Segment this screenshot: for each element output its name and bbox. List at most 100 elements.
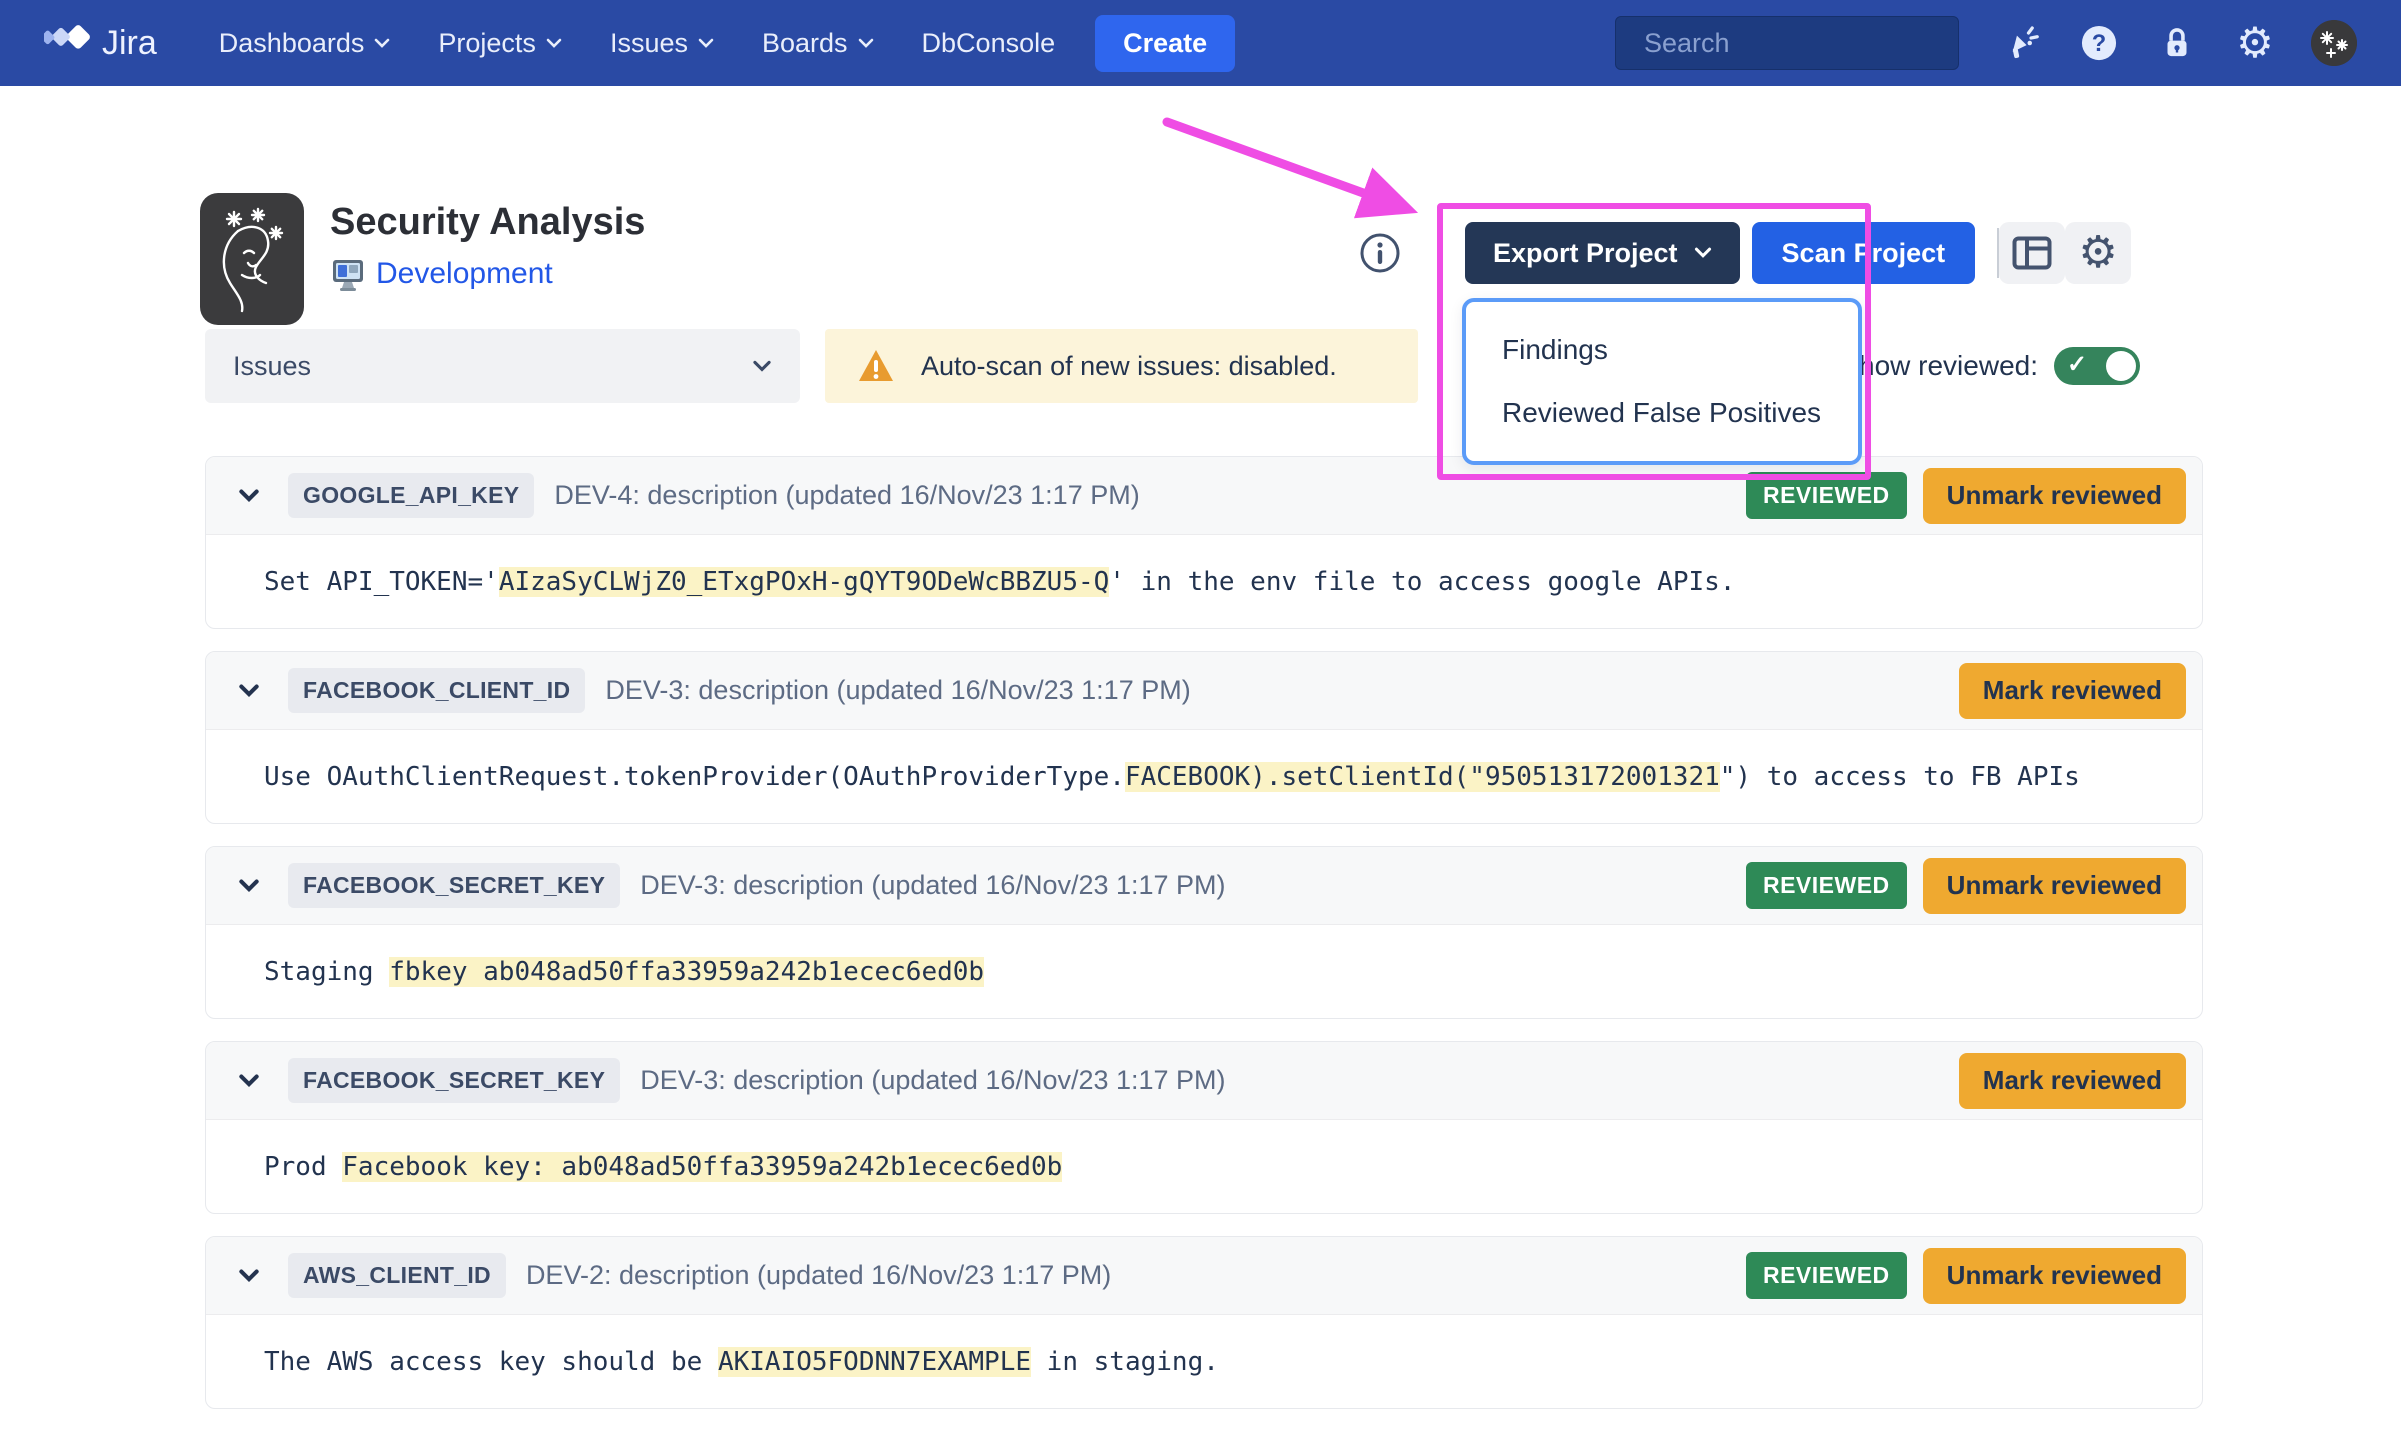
finding-title: DEV-3: description (updated 16/Nov/23 1:… (640, 1065, 1225, 1096)
findings-list: GOOGLE_API_KEY DEV-4: description (updat… (205, 456, 2203, 1431)
chevron-down-icon[interactable] (238, 1074, 260, 1088)
chevron-down-icon (752, 360, 772, 373)
top-navbar: Jira Dashboards Projects Issues Boards D… (0, 0, 2401, 86)
project-avatar (200, 193, 304, 325)
finding-title: DEV-2: description (updated 16/Nov/23 1:… (526, 1260, 1111, 1291)
search-input[interactable] (1644, 28, 1998, 59)
annotation-arrow (1140, 95, 1460, 235)
nav-dashboards[interactable]: Dashboards (219, 28, 391, 59)
finding-title: DEV-3: description (updated 16/Nov/23 1:… (640, 870, 1225, 901)
show-reviewed-toggle[interactable]: ✓ (2054, 347, 2140, 385)
finding-title: DEV-3: description (updated 16/Nov/23 1:… (605, 675, 1190, 706)
global-search[interactable] (1615, 16, 1959, 70)
issues-select-label: Issues (233, 351, 311, 382)
jira-security-analysis-page: { "navbar": { "logo": "Jira", "items": [… (0, 0, 2401, 1384)
svg-text:?: ? (2092, 31, 2106, 57)
highlighted-secret: fbkey ab048ad50ffa33959a242b1ecec6ed0b (389, 957, 984, 987)
nav-label: Boards (762, 28, 848, 59)
highlighted-secret: FACEBOOK).setClientId("950513172001321 (1125, 762, 1720, 792)
nav-issues[interactable]: Issues (610, 28, 714, 59)
page-title: Security Analysis (330, 201, 645, 244)
snippet-text: ") to access to FB APIs (1720, 762, 2080, 792)
lock-icon[interactable] (2155, 21, 2199, 65)
reviewed-badge: REVIEWED (1746, 472, 1907, 519)
review-toggle-button[interactable]: Unmark reviewed (1923, 468, 2186, 524)
menu-item-reviewed-false-positives[interactable]: Reviewed False Positives (1502, 397, 1858, 429)
chevron-down-icon (1694, 247, 1712, 259)
finding-card-header: GOOGLE_API_KEY DEV-4: description (updat… (206, 457, 2202, 535)
finding-snippet: Staging fbkey ab048ad50ffa33959a242b1ece… (206, 925, 2202, 1018)
finding-snippet: Use OAuthClientRequest.tokenProvider(OAu… (206, 730, 2202, 823)
megaphone-icon[interactable] (1999, 21, 2043, 65)
finding-card: FACEBOOK_CLIENT_ID DEV-3: description (u… (205, 651, 2203, 824)
user-avatar[interactable] (2311, 20, 2357, 66)
chevron-down-icon[interactable] (238, 684, 260, 698)
board-layout-icon (2012, 236, 2052, 270)
finding-card-header: FACEBOOK_CLIENT_ID DEV-3: description (u… (206, 652, 2202, 730)
issues-select[interactable]: Issues (205, 329, 800, 403)
chevron-down-icon (858, 38, 874, 49)
reviewed-badge: REVIEWED (1746, 1252, 1907, 1299)
menu-item-findings[interactable]: Findings (1502, 334, 1858, 366)
chevron-down-icon (546, 38, 562, 49)
review-toggle-button[interactable]: Unmark reviewed (1923, 858, 2186, 914)
page-actions: Export Project Scan Project ⚙ (1358, 222, 2131, 284)
info-icon[interactable] (1358, 231, 1402, 275)
snippet-text: Use OAuthClientRequest.tokenProvider(OAu… (264, 762, 1125, 792)
project-link[interactable]: Development (376, 257, 553, 291)
finding-snippet: Set API_TOKEN='AIzaSyCLWjZ0_ETxgPOxH-gQY… (206, 535, 2202, 628)
gear-icon[interactable]: ⚙ (2233, 21, 2277, 65)
chevron-down-icon (698, 38, 714, 49)
help-icon[interactable]: ? (2077, 21, 2121, 65)
review-toggle-button[interactable]: Mark reviewed (1959, 1053, 2186, 1109)
nav-label: DbConsole (922, 28, 1056, 59)
finding-type-pill: FACEBOOK_CLIENT_ID (288, 668, 585, 713)
technologist-emoji-icon (330, 256, 366, 292)
gear-icon: ⚙ (2078, 231, 2117, 275)
finding-snippet: Prod Facebook key: ab048ad50ffa33959a242… (206, 1120, 2202, 1213)
export-project-label: Export Project (1493, 238, 1678, 269)
highlighted-secret: Facebook key: ab048ad50ffa33959a242b1ece… (342, 1152, 1062, 1182)
finding-snippet: The AWS access key should be AKIAIO5FODN… (206, 1315, 2202, 1408)
create-button[interactable]: Create (1095, 15, 1235, 72)
reviewed-badge: REVIEWED (1746, 862, 1907, 909)
chevron-down-icon[interactable] (238, 1269, 260, 1283)
check-icon: ✓ (2067, 350, 2087, 379)
snippet-text: in staging. (1031, 1347, 1219, 1377)
toggle-knob (2106, 351, 2136, 381)
snippet-text: Prod (264, 1152, 342, 1182)
scan-project-button[interactable]: Scan Project (1752, 222, 1976, 284)
export-dropdown-menu: Findings Reviewed False Positives (1462, 298, 1862, 465)
nav-boards[interactable]: Boards (762, 28, 874, 59)
review-toggle-button[interactable]: Unmark reviewed (1923, 1248, 2186, 1304)
snippet-text: Staging (264, 957, 389, 987)
snippet-text: Set API_TOKEN=' (264, 567, 499, 597)
show-reviewed-label: Show reviewed: (1840, 350, 2038, 382)
warning-icon (857, 348, 895, 384)
finding-type-pill: FACEBOOK_SECRET_KEY (288, 863, 620, 908)
logo-text: Jira (102, 24, 157, 63)
jira-logo[interactable]: Jira (44, 20, 157, 66)
chevron-down-icon[interactable] (238, 489, 260, 503)
nav-projects[interactable]: Projects (438, 28, 562, 59)
finding-type-pill: FACEBOOK_SECRET_KEY (288, 1058, 620, 1103)
nav-label: Projects (438, 28, 536, 59)
navbar-icons: ? ⚙ (1999, 20, 2357, 66)
chevron-down-icon[interactable] (238, 879, 260, 893)
highlighted-secret: AIzaSyCLWjZ0_ETxgPOxH-gQYT9ODeWcBBZU5-Q (499, 567, 1109, 597)
settings-button[interactable]: ⚙ (2065, 222, 2131, 284)
review-toggle-button[interactable]: Mark reviewed (1959, 663, 2186, 719)
finding-card-header: FACEBOOK_SECRET_KEY DEV-3: description (… (206, 1042, 2202, 1120)
export-project-button[interactable]: Export Project (1465, 222, 1740, 284)
finding-card: GOOGLE_API_KEY DEV-4: description (updat… (205, 456, 2203, 629)
finding-type-pill: AWS_CLIENT_ID (288, 1253, 506, 1298)
jira-logo-icon (44, 20, 90, 66)
finding-card: FACEBOOK_SECRET_KEY DEV-3: description (… (205, 846, 2203, 1019)
nav-dbconsole[interactable]: DbConsole (922, 28, 1056, 59)
finding-card: AWS_CLIENT_ID DEV-2: description (update… (205, 1236, 2203, 1409)
nav-label: Issues (610, 28, 688, 59)
highlighted-secret: AKIAIO5FODNN7EXAMPLE (718, 1347, 1031, 1377)
finding-card: FACEBOOK_SECRET_KEY DEV-3: description (… (205, 1041, 2203, 1214)
board-layout-button[interactable] (1999, 222, 2065, 284)
finding-card-header: AWS_CLIENT_ID DEV-2: description (update… (206, 1237, 2202, 1315)
